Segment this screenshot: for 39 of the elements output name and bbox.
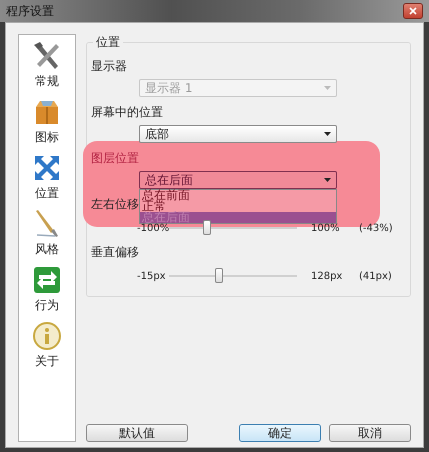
dropdown[interactable]: 总在后面 xyxy=(139,171,337,189)
field-label: 图层位置 xyxy=(91,151,139,165)
slider-max-label: 100% xyxy=(311,222,341,234)
slider-min-label: -100% xyxy=(137,222,169,234)
tools-icon xyxy=(32,41,62,71)
swap-arrows-icon xyxy=(32,265,62,295)
sidebar-item[interactable]: 关于 xyxy=(32,321,62,371)
field-label: 显示器 xyxy=(91,59,127,73)
arrows-icon xyxy=(32,153,62,183)
slider-min-label: -15px xyxy=(137,270,167,282)
caret-icon xyxy=(324,86,331,90)
slider-reading: (41px) xyxy=(359,270,392,282)
caret-icon xyxy=(324,132,331,136)
caret-icon xyxy=(324,178,331,182)
group-title: 位置 xyxy=(93,34,123,51)
close-button[interactable] xyxy=(403,3,423,19)
window-title: 程序设置 xyxy=(6,2,54,20)
sidebar-item[interactable]: 位置 xyxy=(32,153,62,203)
slider[interactable] xyxy=(169,267,297,285)
sidebar-item[interactable]: 风格 xyxy=(32,209,62,259)
sidebar-item[interactable]: 图标 xyxy=(32,97,62,147)
slider-max-label: 128px xyxy=(311,270,344,282)
slider-thumb[interactable] xyxy=(203,220,212,235)
dropdown-option[interactable]: 总在前面 xyxy=(140,190,336,201)
slider-thumb[interactable] xyxy=(214,268,223,283)
dialog-button[interactable]: 默认值 xyxy=(86,424,188,442)
field-label: 左右位移 xyxy=(91,197,139,211)
dropdown: 显示器 1 xyxy=(139,79,337,97)
sidebar-item[interactable]: 常规 xyxy=(32,41,62,91)
field-label: 垂直偏移 xyxy=(91,245,139,259)
close-icon xyxy=(409,7,417,15)
field-label: 屏幕中的位置 xyxy=(91,105,163,119)
dialog-button[interactable]: 确定 xyxy=(239,424,321,442)
dropdown[interactable]: 底部 xyxy=(139,125,337,143)
dropdown-option[interactable]: 正常 xyxy=(140,201,336,212)
sidebar-item[interactable]: 行为 xyxy=(32,265,62,315)
slider-reading: (-43%) xyxy=(359,222,393,234)
dialog-button[interactable]: 取消 xyxy=(329,424,411,442)
info-icon xyxy=(32,321,62,351)
